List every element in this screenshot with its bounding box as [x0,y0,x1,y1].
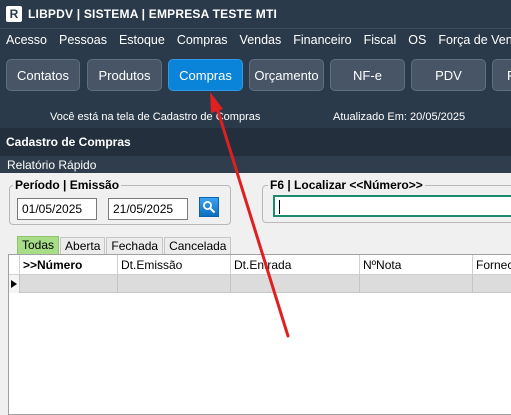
menu-compras[interactable]: Compras [171,33,234,47]
nfe-button[interactable]: NF-e [330,59,405,91]
table-row[interactable] [9,275,511,293]
cell-fornecedor [473,275,511,293]
menu-estoque[interactable]: Estoque [113,33,171,47]
start-date-input[interactable]: 01/05/2025 [17,198,97,220]
menu-fiscal[interactable]: Fiscal [358,33,403,47]
app-titlebar: R LIBPDV | SISTEMA | EMPRESA TESTE MTI [0,0,511,28]
locate-label: F6 | Localizar <<Número>> [268,178,425,192]
relatorio-rapido-menu[interactable]: Relatório Rápido [7,158,96,172]
compras-grid[interactable]: >>Número Dt.Emissão Dt.Entrada NºNota Fo… [8,254,511,415]
menu-vendas[interactable]: Vendas [234,33,288,47]
col-dt-entrada[interactable]: Dt.Entrada [231,255,360,275]
header-indicator [9,255,20,275]
tab-aberta[interactable]: Aberta [60,237,106,254]
cell-dt-entrada [231,275,360,293]
triangle-right-icon [11,280,17,288]
shortcut-toolbar: Contatos Produtos Compras Orçamento NF-e… [0,50,511,128]
text-caret [279,199,280,214]
menu-os[interactable]: OS [402,33,432,47]
col-numero-nota[interactable]: NºNota [360,255,473,275]
cadastro-compras-window: Cadastro de Compras Relatório Rápido Per… [0,128,511,415]
end-date-input[interactable]: 21/05/2025 [108,198,188,220]
tab-fechada[interactable]: Fechada [106,237,164,254]
magnifier-icon [203,201,216,214]
updated-text: Atualizado Em: 20/05/2025 [333,111,466,123]
contatos-button[interactable]: Contatos [6,59,80,91]
status-tabs: Todas Aberta Fechada Cancelada [17,236,232,254]
window-menu: Relatório Rápido [0,156,511,173]
app-title: LIBPDV | SISTEMA | EMPRESA TESTE MTI [28,7,278,21]
tab-cancelada[interactable]: Cancelada [164,237,232,254]
col-dt-emissao[interactable]: Dt.Emissão [118,255,231,275]
menu-pessoas[interactable]: Pessoas [53,33,113,47]
status-text: Você está na tela de Cadastro de Compras [50,111,261,123]
app-logo-icon: R [6,6,22,22]
locate-number-input[interactable] [273,195,511,217]
grid-header: >>Número Dt.Emissão Dt.Entrada NºNota Fo… [9,255,511,275]
search-button[interactable] [199,197,219,217]
pdv-button[interactable]: PDV [411,59,486,91]
tab-todas[interactable]: Todas [17,236,60,254]
row-pointer [9,275,20,293]
menu-forca-de-venda[interactable]: Força de Venda [432,33,511,47]
period-label: Período | Emissão [13,178,122,192]
cell-numero [20,275,118,293]
compras-button[interactable]: Compras [168,59,243,91]
menu-acesso[interactable]: Acesso [0,33,53,47]
col-numero[interactable]: >>Número [20,255,118,275]
orcamento-button[interactable]: Orçamento [249,59,324,91]
window-title: Cadastro de Compras [0,128,511,156]
produtos-button[interactable]: Produtos [87,59,162,91]
locate-group: F6 | Localizar <<Número>> [262,178,511,223]
cell-numero-nota [360,275,473,293]
cell-dt-emissao [118,275,231,293]
menu-financeiro[interactable]: Financeiro [287,33,357,47]
more-toolbar-button[interactable]: R [492,59,511,91]
col-fornecedor[interactable]: Fornec [473,255,511,275]
period-group: Período | Emissão 01/05/2025 21/05/2025 [9,178,231,225]
menu-bar: Acesso Pessoas Estoque Compras Vendas Fi… [0,28,511,50]
